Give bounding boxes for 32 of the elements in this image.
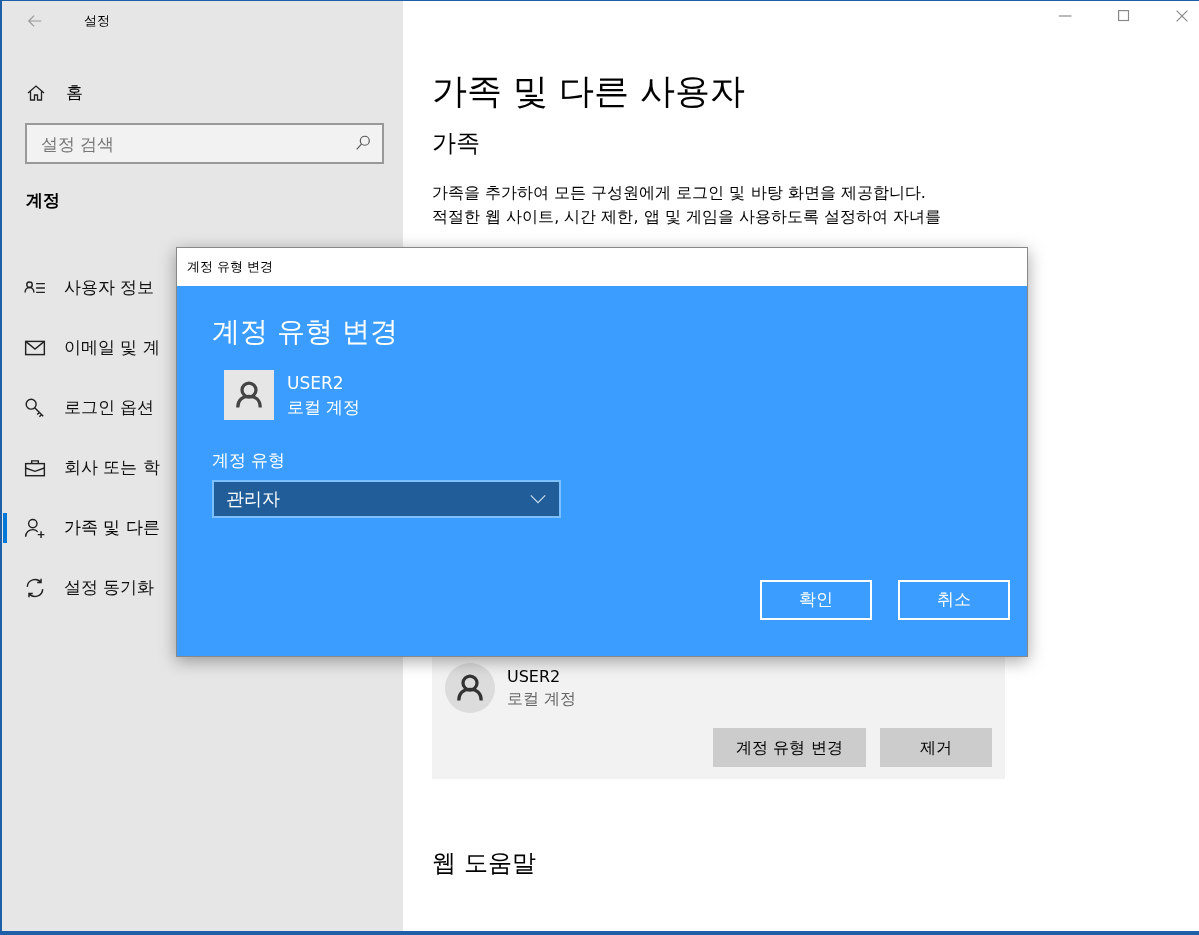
- section-heading: 계정: [26, 189, 60, 212]
- dialog-heading: 계정 유형 변경: [212, 314, 398, 350]
- home-link[interactable]: 홈: [2, 77, 83, 109]
- account-type: 로컬 계정: [507, 688, 577, 710]
- sync-icon: [24, 576, 46, 599]
- sidebar-item[interactable]: 로그인 옵션: [24, 394, 155, 421]
- sidebar-item[interactable]: 가족 및 다른: [24, 514, 160, 541]
- account-type-dropdown[interactable]: 관리자: [212, 479, 561, 518]
- card-button[interactable]: 제거: [880, 728, 992, 767]
- key-icon: [24, 396, 46, 419]
- window-title: 설정: [84, 12, 110, 31]
- user-name: USER2: [507, 666, 562, 688]
- avatar-icon: [445, 663, 495, 713]
- sidebar-item[interactable]: 이메일 및 계: [24, 334, 160, 361]
- sidebar-item[interactable]: 회사 또는 학: [24, 454, 160, 481]
- sidebar-item[interactable]: 설정 동기화: [24, 574, 155, 601]
- field-label: 계정 유형: [212, 449, 286, 472]
- search-field[interactable]: 설정 검색: [25, 123, 384, 164]
- user-name: USER2: [287, 372, 345, 395]
- home-icon: [26, 83, 46, 103]
- search-icon[interactable]: [354, 134, 372, 152]
- page-title: 가족 및 다른 사용자: [432, 70, 746, 113]
- section-heading: 가족: [432, 128, 480, 159]
- account-type: 로컬 계정: [287, 396, 361, 419]
- card-button[interactable]: 계정 유형 변경: [713, 728, 866, 767]
- avatar-icon: [224, 370, 274, 420]
- dialog-title: 계정 유형 변경: [187, 258, 274, 277]
- back-arrow-icon[interactable]: [26, 12, 44, 30]
- family-description: 가족을 추가하여 모든 구성원에게 로그인 및 바탕 화면을 제공합니다. 적절한 웹 사이트, 시간 제한, 앱 및 게임을 사용하도록 설정하여 자녀를: [432, 182, 942, 228]
- section-heading: 웹 도움말: [432, 848, 536, 879]
- sidebar-item[interactable]: 사용자 정보: [24, 274, 155, 301]
- person-add-icon: [24, 516, 46, 539]
